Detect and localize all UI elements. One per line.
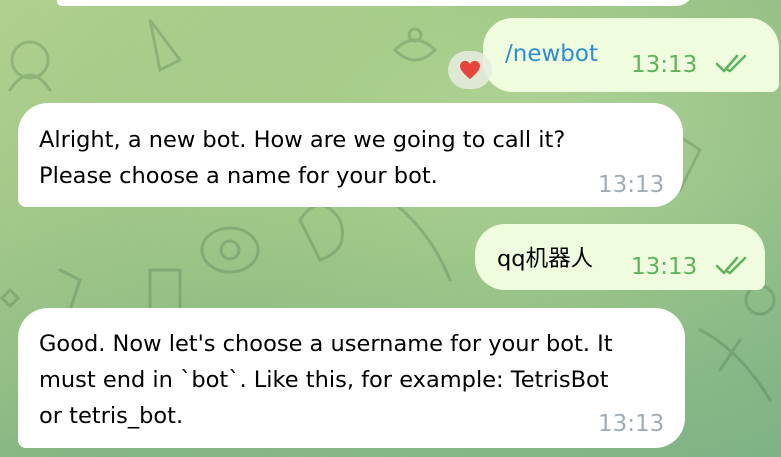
message-text: qq机器人 <box>497 246 594 272</box>
outgoing-message-newbot[interactable]: /newbot 13:13 <box>483 18 779 92</box>
message-text: Good. Now let's choose a username for yo… <box>39 331 613 429</box>
double-check-icon <box>715 256 747 275</box>
outgoing-message-bot-name[interactable]: qq机器人 13:13 <box>475 224 765 290</box>
chat-background: /newbot 13:13 Alright, a new bot. How ar… <box>0 0 781 457</box>
message-time: 13:13 <box>631 254 698 280</box>
message-time: 13:13 <box>631 52 698 78</box>
message-time: 13:13 <box>598 411 665 437</box>
incoming-message-username-prompt[interactable]: Good. Now let's choose a username for yo… <box>18 308 685 448</box>
message-text: Alright, a new bot. How are we going to … <box>39 127 566 189</box>
bot-command-link[interactable]: /newbot <box>505 41 598 67</box>
incoming-message-name-prompt[interactable]: Alright, a new bot. How are we going to … <box>18 103 683 207</box>
double-check-icon <box>715 54 747 73</box>
heart-reaction-icon[interactable] <box>448 51 492 89</box>
previous-message-bubble[interactable] <box>57 0 694 6</box>
heart-icon <box>460 60 480 80</box>
message-time: 13:13 <box>598 172 665 198</box>
